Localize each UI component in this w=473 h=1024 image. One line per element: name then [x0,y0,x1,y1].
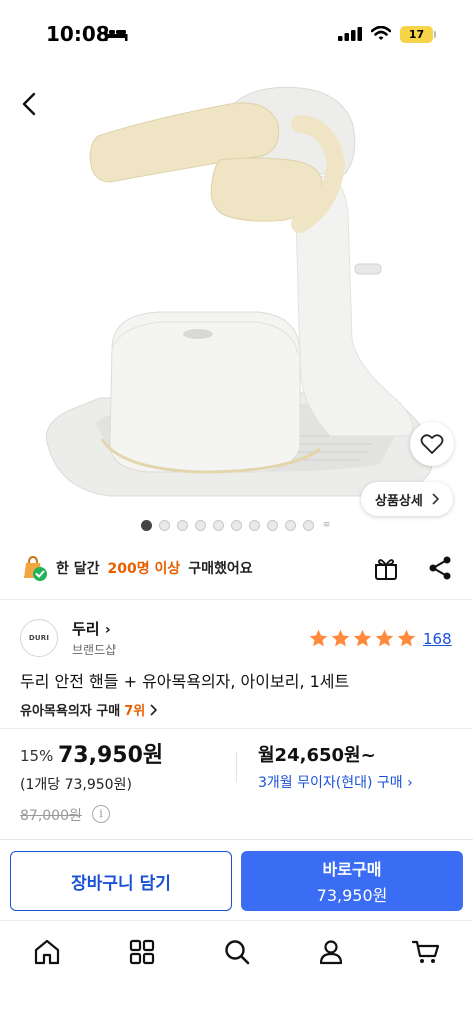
status-bar: 10:08 17 [0,0,473,64]
rank-label: 유아목욕의자 구매 [20,704,121,719]
heart-icon [420,434,444,454]
sale-price: 73,950원 [58,743,164,768]
installment-label: 3개월 무이자(현대) 구매 [258,775,403,791]
rank-value: 7위 [124,704,146,719]
carousel-dot[interactable] [141,520,152,531]
purchase-count-banner: 한 달간 200명 이상 구매했어요 [20,553,253,583]
chevron-right-icon [432,493,439,505]
product-detail-label: 상품상세 [375,493,423,509]
carousel-dot[interactable] [285,520,296,531]
monthly-price: 월24,650원~ [258,745,376,766]
star-icon [331,629,350,647]
brand-name-link[interactable]: 두리 › [72,618,111,639]
section-divider [0,920,473,921]
product-detail-button[interactable]: 상품상세 [361,482,453,516]
shopping-bag-check-icon [24,555,47,581]
battery-indicator: 17 [400,26,433,43]
original-price: 87,000원 [20,808,82,824]
category-rank-link[interactable]: 유아목욕의자 구매 7위 [20,700,158,719]
carousel-dot[interactable] [303,520,314,531]
banner-text-1: 한 달간 [56,561,100,577]
share-icon[interactable] [426,554,454,582]
search-icon[interactable] [222,937,252,967]
wishlist-button[interactable] [410,422,454,466]
unit-price: (1개당 73,950원) [20,777,132,793]
buy-now-label: 바로구매 [322,860,382,879]
product-title: 두리 안전 핸들 + 유아목욕의자, 아이보리, 1세트 [20,672,350,691]
back-icon[interactable] [14,88,46,120]
category-grid-icon[interactable] [127,937,157,967]
carousel-indicators: ≡ [0,520,473,531]
status-time: 10:08 [46,22,110,46]
sleep-mode-icon [105,28,128,41]
more-images-icon: ≡ [322,520,331,530]
star-icon [353,629,372,647]
carousel-dot[interactable] [195,520,206,531]
add-to-cart-label: 장바구니 담기 [71,873,171,894]
wifi-icon [371,26,391,40]
chevron-right-icon: › [407,775,413,791]
chevron-right-icon [150,703,158,716]
section-divider [0,599,473,600]
cart-icon[interactable] [411,937,441,967]
carousel-dot[interactable] [159,520,170,531]
banner-text-2: 구매했어요 [188,561,253,577]
carousel-dot[interactable] [249,520,260,531]
section-divider [0,839,473,840]
product-image-carousel[interactable]: 상품상세 ≡ [0,64,473,544]
installment-link[interactable]: 3개월 무이자(현대) 구매 › [258,772,413,792]
add-to-cart-button[interactable]: 장바구니 담기 [10,851,232,911]
brand-logo[interactable]: DURI [20,619,58,657]
price-divider [236,752,237,782]
home-icon[interactable] [32,937,62,967]
battery-tip [434,31,436,38]
section-divider [0,728,473,729]
star-icon [309,629,328,647]
carousel-dot[interactable] [213,520,224,531]
signal-icon [338,27,362,41]
star-icon [375,629,394,647]
carousel-dot[interactable] [267,520,278,531]
banner-highlight: 200명 이상 [107,561,181,577]
info-icon[interactable]: i [92,805,110,823]
discount-rate: 15% [20,747,54,765]
brand-name: 두리 [72,620,100,638]
product-image [45,86,434,497]
my-page-icon[interactable] [316,937,346,967]
star-icon [397,629,416,647]
brand-type: 브랜드샵 [72,643,117,657]
chevron-right-icon: › [104,622,111,638]
review-count-link[interactable]: 168 [423,630,452,648]
buy-now-button[interactable]: 바로구매 73,950원 [241,851,463,911]
carousel-dot[interactable] [231,520,242,531]
buy-now-price: 73,950원 [316,886,388,905]
gift-icon[interactable] [372,554,400,582]
bottom-tab-bar [0,929,473,977]
carousel-dot[interactable] [177,520,188,531]
rating[interactable]: 168 [308,628,452,649]
